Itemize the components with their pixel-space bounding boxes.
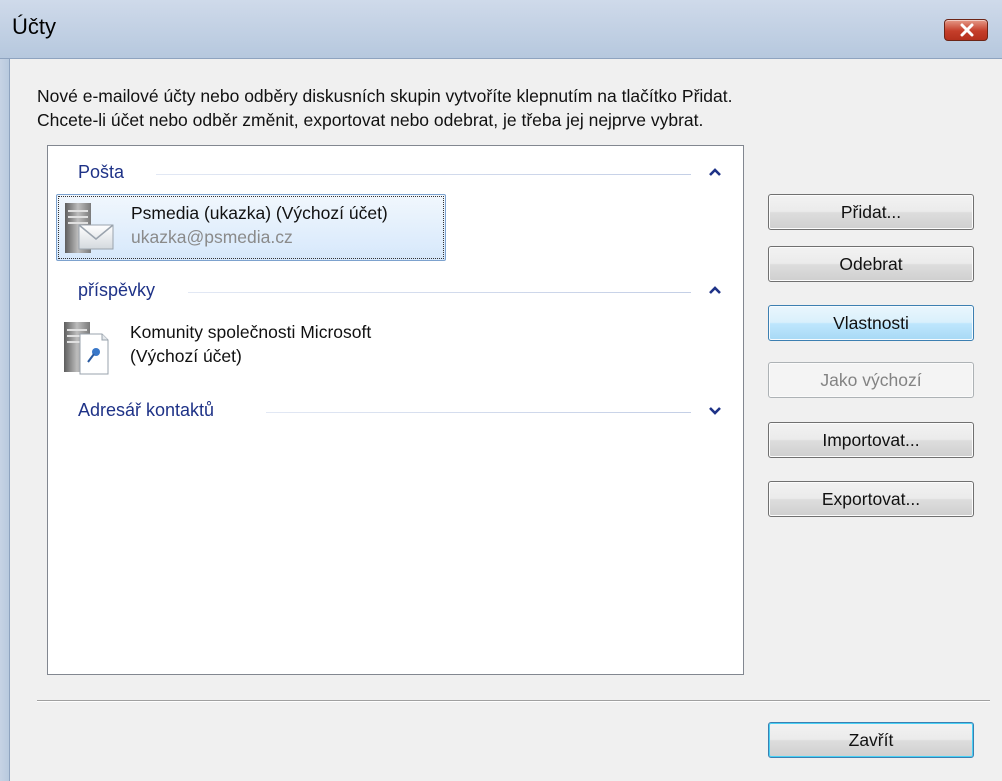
properties-button[interactable]: Vlastnosti <box>768 305 974 341</box>
close-button[interactable]: Zavřít <box>768 722 974 758</box>
instructions-line-2: Chcete-li účet nebo odběr změnit, export… <box>37 110 704 130</box>
instructions-text: Nové e-mailové účty nebo odběry diskusní… <box>37 84 937 132</box>
news-server-icon <box>64 322 109 375</box>
chevron-down-icon[interactable] <box>708 403 722 417</box>
close-icon <box>960 23 974 37</box>
account-item-microsoft-communities[interactable]: Komunity společnosti Microsoft (Výchozí … <box>56 314 496 382</box>
add-button[interactable]: Přidat... <box>768 194 974 230</box>
group-title-news: příspěvky <box>78 280 164 301</box>
account-name: Psmedia (ukazka) (Výchozí účet) <box>131 203 388 223</box>
group-title-contacts: Adresář kontaktů <box>78 400 223 421</box>
group-divider <box>266 412 691 413</box>
group-divider <box>188 292 691 293</box>
mail-server-icon <box>65 203 114 253</box>
group-header-contacts[interactable]: Adresář kontaktů <box>48 400 743 424</box>
window-close-button[interactable] <box>944 19 988 41</box>
window-title: Účty <box>12 14 56 39</box>
remove-button[interactable]: Odebrat <box>768 246 974 282</box>
account-email: ukazka@psmedia.cz <box>131 227 293 247</box>
chevron-up-icon[interactable] <box>708 165 722 179</box>
set-default-button[interactable]: Jako výchozí <box>768 362 974 398</box>
export-button[interactable]: Exportovat... <box>768 481 974 517</box>
instructions-line-1: Nové e-mailové účty nebo odběry diskusní… <box>37 86 733 106</box>
account-item-psmedia[interactable]: Psmedia (ukazka) (Výchozí účet) ukazka@p… <box>56 194 446 261</box>
accounts-list[interactable]: Pošta Psmedia (ukazka) (Výchozí účet) uk… <box>47 145 744 675</box>
chevron-up-icon[interactable] <box>708 283 722 297</box>
group-divider <box>156 174 691 175</box>
window-frame <box>0 59 10 781</box>
import-button[interactable]: Importovat... <box>768 422 974 458</box>
account-name-line-2: (Výchozí účet) <box>130 346 242 366</box>
group-title-mail: Pošta <box>78 162 133 183</box>
title-bar[interactable]: Účty <box>0 0 1002 59</box>
account-name-line-1: Komunity společnosti Microsoft <box>130 322 372 342</box>
footer-divider <box>37 700 990 702</box>
group-header-mail[interactable]: Pošta <box>48 162 743 186</box>
group-header-news[interactable]: příspěvky <box>48 280 743 304</box>
